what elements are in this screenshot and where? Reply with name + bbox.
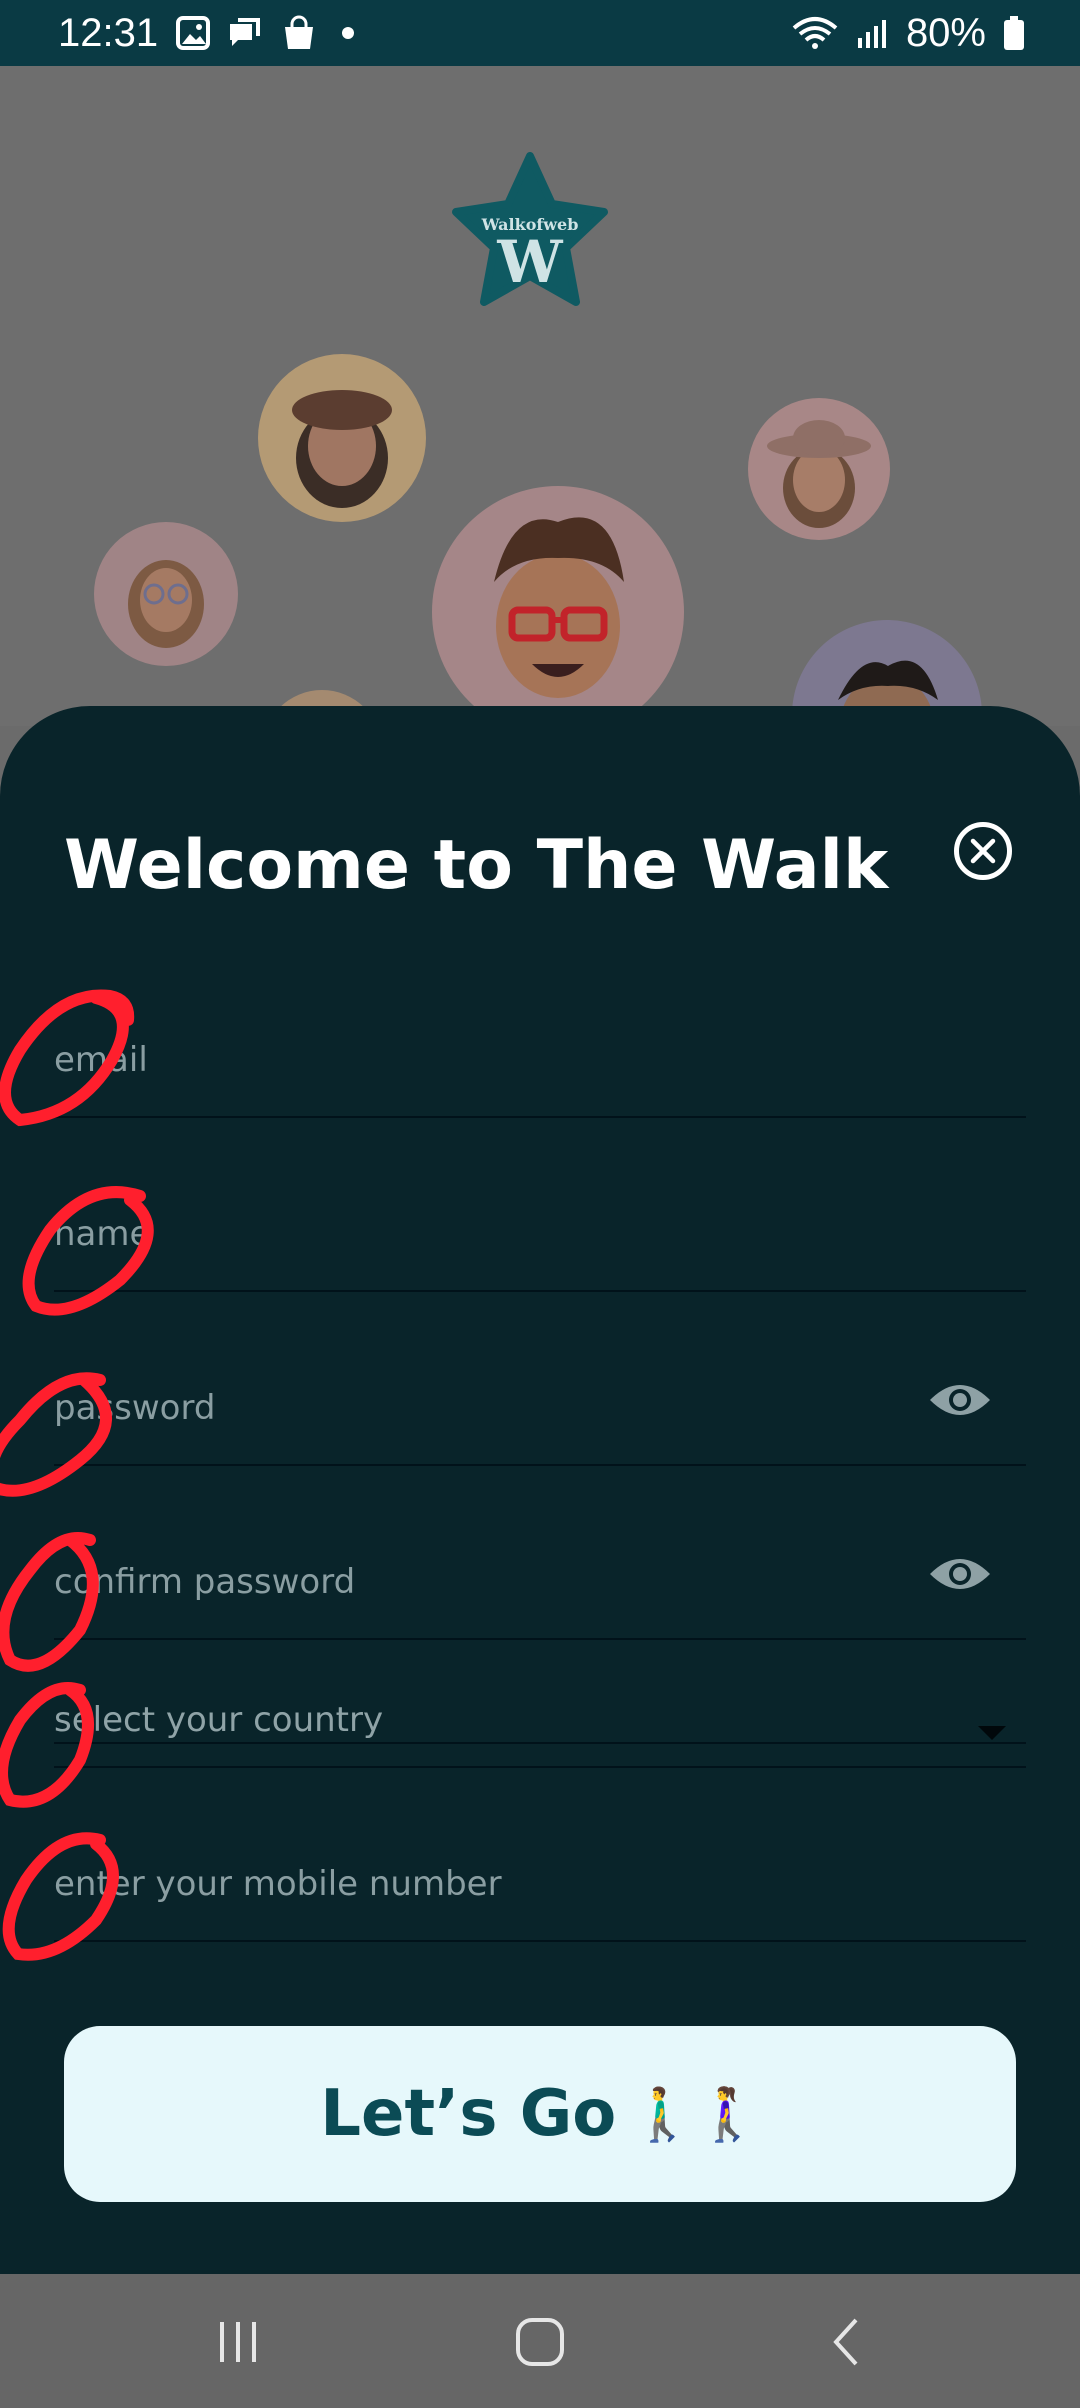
chevron-down-icon — [978, 1726, 1006, 1740]
status-bar-right: 80% — [792, 11, 1024, 56]
wifi-icon — [792, 16, 838, 50]
home-button[interactable] — [510, 2316, 570, 2368]
country-select[interactable]: select your country — [54, 1648, 1026, 1768]
avatar-woman-beret — [258, 354, 426, 522]
confirm-password-visibility-toggle[interactable] — [928, 1554, 992, 1594]
back-button[interactable] — [816, 2316, 876, 2368]
confirm-password-field-row — [54, 1520, 1026, 1640]
dot-icon — [342, 27, 355, 39]
close-button[interactable] — [954, 822, 1012, 880]
password-field-row — [54, 1346, 1026, 1466]
avatar-woman-glasses — [94, 522, 238, 666]
mobile-input[interactable] — [54, 1864, 914, 1904]
confirm-password-input[interactable] — [54, 1562, 914, 1602]
avatar-woman-cowboy-hat — [748, 398, 890, 540]
recent-apps-button[interactable] — [208, 2316, 268, 2368]
eye-icon — [930, 1559, 990, 1589]
lets-go-button[interactable]: Let’s Go 🚶‍♂️🚶‍♀️ — [64, 2026, 1016, 2202]
status-bar-left: 12:31 — [58, 10, 355, 56]
home-icon — [516, 2318, 564, 2366]
signal-icon — [856, 18, 888, 48]
password-visibility-toggle[interactable] — [928, 1380, 992, 1420]
country-select-value: select your country — [54, 1700, 384, 1740]
system-nav-bar — [0, 2274, 1080, 2408]
shopping-bag-icon — [282, 15, 316, 51]
logo-letter: W — [496, 228, 563, 296]
gallery-icon — [176, 16, 211, 50]
password-input[interactable] — [54, 1388, 914, 1428]
eye-icon — [930, 1385, 990, 1415]
mobile-field-row — [54, 1822, 1026, 1942]
chat-icon — [228, 16, 264, 50]
walkofweb-logo: Walkofweb W — [450, 152, 610, 312]
recent-apps-icon — [220, 2322, 256, 2362]
status-time: 12:31 — [58, 10, 159, 55]
name-field-row — [54, 1172, 1026, 1292]
email-input[interactable] — [54, 1040, 914, 1080]
close-icon — [970, 838, 996, 864]
walking-emojis: 🚶‍♂️🚶‍♀️ — [630, 2085, 760, 2144]
battery-icon — [1004, 16, 1024, 50]
email-field-row — [54, 998, 1026, 1118]
sheet-title: Welcome to The Walk — [64, 826, 889, 905]
status-bar: 12:31 80% — [0, 0, 1080, 66]
avatar-man-red-glasses — [432, 486, 684, 726]
battery-percentage: 80% — [905, 10, 986, 55]
onboarding-backdrop: Walkofweb W — [0, 66, 1080, 726]
name-input[interactable] — [54, 1214, 914, 1254]
lets-go-label: Let’s Go — [320, 2077, 617, 2151]
back-icon — [833, 2318, 858, 2366]
